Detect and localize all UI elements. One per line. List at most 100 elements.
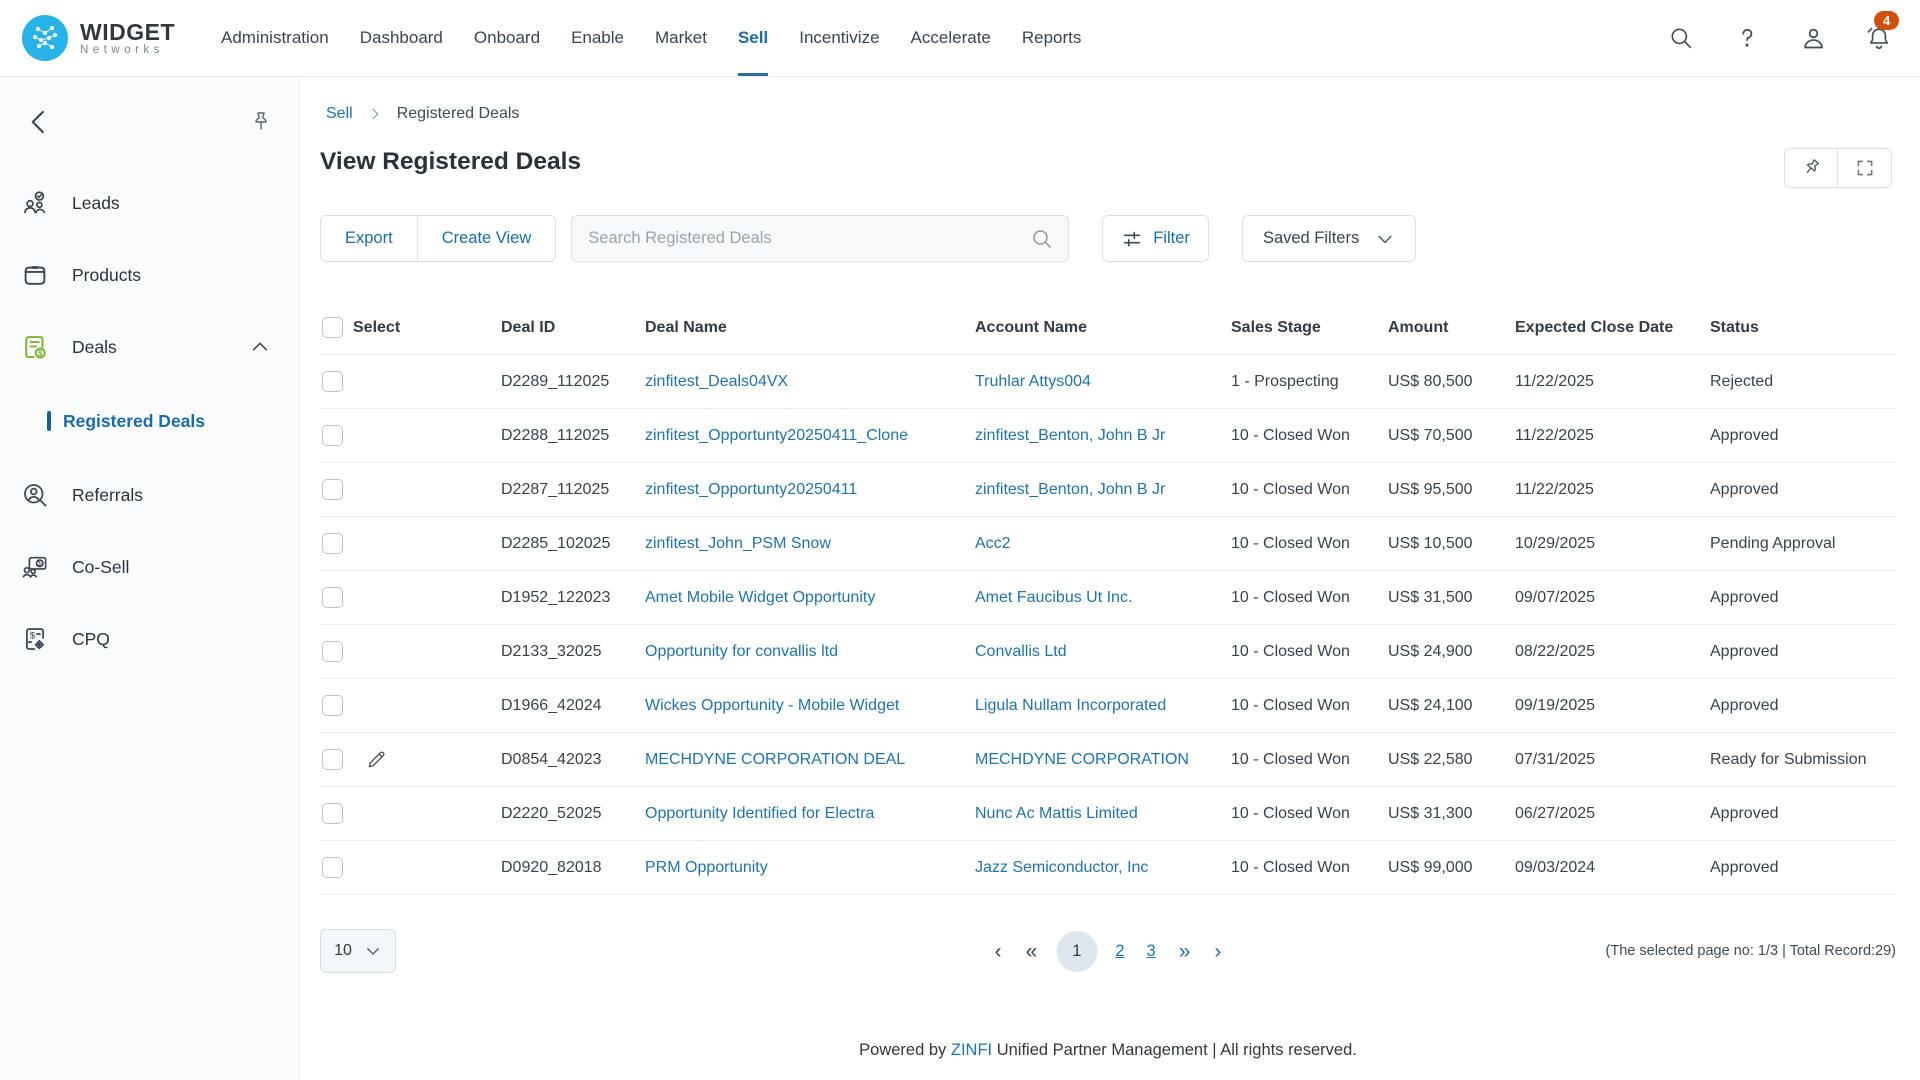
sales-stage-cell: 1 - Prospecting xyxy=(1231,373,1388,391)
user-icon[interactable] xyxy=(1798,23,1828,53)
collapse-sidebar-icon[interactable] xyxy=(24,107,54,137)
last-page-button[interactable]: » xyxy=(1174,941,1196,962)
amount-cell: US$ 24,900 xyxy=(1388,643,1515,661)
deal-name-link[interactable]: Opportunity Identified for Electra xyxy=(645,805,874,822)
account-name-link[interactable]: Acc2 xyxy=(975,535,1011,552)
column-header-select: Select xyxy=(353,319,400,337)
nav-item-onboard[interactable]: Onboard xyxy=(474,0,540,76)
help-icon[interactable] xyxy=(1732,23,1762,53)
deal-name-link[interactable]: zinfitest_Opportunty20250411_Clone xyxy=(645,427,908,444)
leads-icon xyxy=(20,188,50,218)
account-name-link[interactable]: Truhlar Attys004 xyxy=(975,373,1091,390)
sidebar-item-co-sell[interactable]: $ Co-Sell xyxy=(0,531,299,603)
page-size-select[interactable]: 10 xyxy=(320,929,396,973)
nav-item-accelerate[interactable]: Accelerate xyxy=(911,0,991,76)
page-number-2[interactable]: 2 xyxy=(1111,942,1128,961)
table-row: D1952_122023Amet Mobile Widget Opportuni… xyxy=(320,571,1896,625)
sidebar-item-leads[interactable]: Leads xyxy=(0,167,299,239)
row-checkbox[interactable] xyxy=(322,857,343,878)
next-page-button[interactable]: › xyxy=(1209,941,1226,962)
nav-item-dashboard[interactable]: Dashboard xyxy=(360,0,443,76)
saved-filters-button[interactable]: Saved Filters xyxy=(1242,215,1416,262)
pin-sidebar-icon[interactable] xyxy=(249,110,273,134)
sidebar-item-cpq[interactable]: $ CPQ xyxy=(0,603,299,675)
row-checkbox[interactable] xyxy=(322,371,343,392)
main-nav: Administration Dashboard Onboard Enable Mark… xyxy=(221,0,1081,76)
search-input[interactable] xyxy=(588,229,1030,248)
row-checkbox[interactable] xyxy=(322,641,343,662)
deal-name-link[interactable]: zinfitest_John_PSM Snow xyxy=(645,535,831,552)
deal-id-cell: D2289_112025 xyxy=(501,373,645,391)
account-name-link[interactable]: Convallis Ltd xyxy=(975,643,1067,660)
nav-item-incentivize[interactable]: Incentivize xyxy=(799,0,879,76)
sidebar-item-deals[interactable]: $Deals xyxy=(0,311,299,383)
footer-brand-link[interactable]: ZINFI xyxy=(951,1041,992,1059)
sidebar-item-referrals[interactable]: Referrals xyxy=(0,459,299,531)
select-all-checkbox[interactable] xyxy=(322,317,343,338)
page-number-3[interactable]: 3 xyxy=(1143,942,1160,961)
sidebar-subitem-registered-deals[interactable]: Registered Deals xyxy=(0,383,299,459)
breadcrumb: Sell Registered Deals xyxy=(320,104,1896,124)
bell-icon[interactable]: 4 xyxy=(1864,23,1894,53)
deal-id-cell: D0920_82018 xyxy=(501,859,645,877)
table-row: D1966_42024Wickes Opportunity - Mobile W… xyxy=(320,679,1896,733)
deal-id-cell: D1952_122023 xyxy=(501,589,645,607)
deal-id-cell: D2285_102025 xyxy=(501,535,645,553)
sales-stage-cell: 10 - Closed Won xyxy=(1231,751,1388,769)
page-size-value: 10 xyxy=(334,942,352,960)
account-name-link[interactable]: Amet Faucibus Ut Inc. xyxy=(975,589,1132,606)
nav-item-sell[interactable]: Sell xyxy=(738,0,768,76)
page-number-1[interactable]: 1 xyxy=(1056,931,1097,972)
status-cell: Rejected xyxy=(1710,373,1896,391)
footer-suffix: Unified Partner Management | All rights … xyxy=(997,1041,1357,1059)
account-name-link[interactable]: zinfitest_Benton, John B Jr xyxy=(975,481,1165,498)
account-name-link[interactable]: Jazz Semiconductor, Inc xyxy=(975,859,1148,876)
row-checkbox[interactable] xyxy=(322,479,343,500)
deal-name-link[interactable]: MECHDYNE CORPORATION DEAL xyxy=(645,751,905,768)
edit-icon[interactable] xyxy=(365,748,388,771)
create-view-button[interactable]: Create View xyxy=(417,216,556,261)
previous-page-button[interactable]: ‹ xyxy=(990,941,1007,962)
footer: Powered by ZINFI Unified Partner Managem… xyxy=(320,1041,1896,1060)
deal-name-link[interactable]: Amet Mobile Widget Opportunity xyxy=(645,589,875,606)
export-button[interactable]: Export xyxy=(321,216,417,261)
account-name-link[interactable]: zinfitest_Benton, John B Jr xyxy=(975,427,1165,444)
deal-name-link[interactable]: Opportunity for convallis ltd xyxy=(645,643,838,660)
deal-name-link[interactable]: PRM Opportunity xyxy=(645,859,768,876)
deal-name-link[interactable]: zinfitest_Deals04VX xyxy=(645,373,788,390)
nav-item-reports[interactable]: Reports xyxy=(1022,0,1082,76)
account-name-link[interactable]: MECHDYNE CORPORATION xyxy=(975,751,1189,768)
row-checkbox[interactable] xyxy=(322,803,343,824)
row-checkbox[interactable] xyxy=(322,749,343,770)
co-sell-icon: $ xyxy=(20,552,50,582)
nav-item-administration[interactable]: Administration xyxy=(221,0,329,76)
status-cell: Approved xyxy=(1710,859,1896,877)
nav-item-enable[interactable]: Enable xyxy=(571,0,624,76)
nav-item-market[interactable]: Market xyxy=(655,0,707,76)
row-checkbox[interactable] xyxy=(322,695,343,716)
sidebar-item-products[interactable]: Products xyxy=(0,239,299,311)
row-checkbox[interactable] xyxy=(322,425,343,446)
column-header-expected-close-date: Expected Close Date xyxy=(1515,319,1710,337)
deal-id-cell: D2288_112025 xyxy=(501,427,645,445)
app-logo[interactable]: WIDGET Networks xyxy=(22,15,175,61)
brand-subtitle: Networks xyxy=(80,44,175,56)
search-input-icon[interactable] xyxy=(1030,227,1054,251)
account-name-link[interactable]: Nunc Ac Mattis Limited xyxy=(975,805,1138,822)
first-page-button[interactable]: « xyxy=(1021,941,1043,962)
expand-fullscreen-button[interactable] xyxy=(1838,148,1892,188)
pin-page-button[interactable] xyxy=(1784,148,1838,188)
sales-stage-cell: 10 - Closed Won xyxy=(1231,643,1388,661)
breadcrumb-parent[interactable]: Sell xyxy=(326,105,353,123)
filter-button[interactable]: Filter xyxy=(1102,215,1209,262)
row-checkbox[interactable] xyxy=(322,587,343,608)
deal-name-link[interactable]: zinfitest_Opportunty20250411 xyxy=(645,481,857,498)
search-icon[interactable] xyxy=(1666,23,1696,53)
sidebar-item-label: CPQ xyxy=(72,629,110,650)
sidebar-item-label: Co-Sell xyxy=(72,557,129,578)
sidebar-item-label: Products xyxy=(72,265,141,286)
row-checkbox[interactable] xyxy=(322,533,343,554)
deal-name-link[interactable]: Wickes Opportunity - Mobile Widget xyxy=(645,697,899,714)
chevron-up-icon[interactable] xyxy=(249,336,271,358)
account-name-link[interactable]: Ligula Nullam Incorporated xyxy=(975,697,1166,714)
